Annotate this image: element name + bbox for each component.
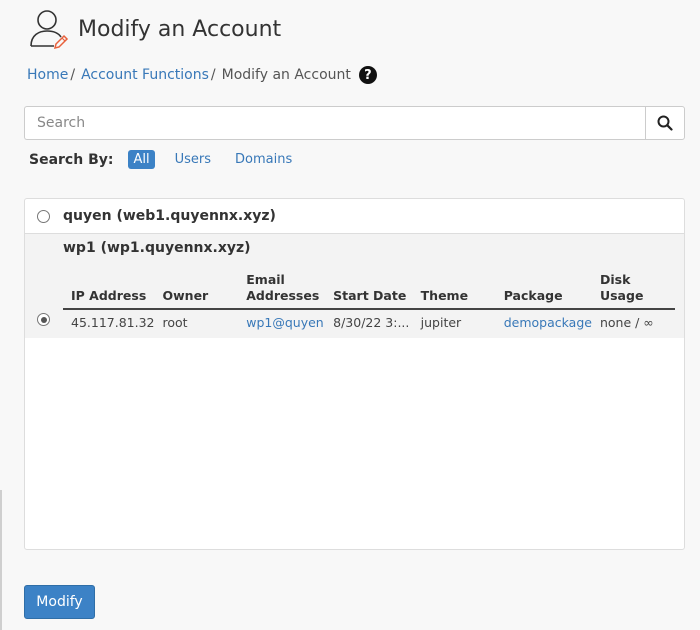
- header-email-line2: Addresses: [246, 288, 320, 303]
- filter-users[interactable]: Users: [171, 150, 215, 169]
- search-input[interactable]: [24, 106, 645, 140]
- page-header: Modify an Account: [26, 8, 281, 50]
- account-list: quyen (web1.quyennx.xyz) wp1 (wp1.quyenn…: [24, 198, 685, 550]
- account-label: quyen (web1.quyennx.xyz): [63, 208, 276, 224]
- breadcrumb: Home / Account Functions / Modify an Acc…: [27, 66, 377, 84]
- cell-start-date: 8/30/22 3:...: [333, 315, 410, 330]
- header-email-line1: Email: [246, 272, 285, 287]
- package-link[interactable]: demopackage: [504, 315, 592, 330]
- filter-domains[interactable]: Domains: [231, 150, 296, 169]
- cell-owner: root: [162, 315, 188, 330]
- search-bar: [24, 106, 685, 140]
- header-start-date: Start Date: [325, 272, 413, 310]
- account-radio-selected[interactable]: [37, 313, 50, 326]
- account-item-selected[interactable]: wp1 (wp1.quyennx.xyz) IP Address Owner E…: [25, 234, 684, 338]
- filter-all[interactable]: All: [128, 150, 155, 169]
- search-by-label: Search By:: [29, 151, 114, 168]
- breadcrumb-account-functions-link[interactable]: Account Functions: [81, 67, 209, 83]
- account-item[interactable]: quyen (web1.quyennx.xyz): [25, 199, 684, 234]
- header-package: Package: [495, 272, 592, 310]
- email-link[interactable]: wp1@quyennx: [246, 315, 324, 330]
- cell-disk-usage: none / ∞: [599, 315, 654, 330]
- account-label: wp1 (wp1.quyennx.xyz): [63, 240, 251, 256]
- page-title: Modify an Account: [78, 16, 282, 42]
- search-button[interactable]: [645, 106, 685, 140]
- modify-button[interactable]: Modify: [24, 585, 95, 619]
- header-ip-address: IP Address: [63, 272, 155, 310]
- user-edit-icon: [30, 10, 69, 50]
- account-details-table: IP Address Owner Email Addresses Start D…: [63, 272, 675, 335]
- header-disk-usage: Disk Usage: [591, 272, 675, 310]
- search-by-filters: Search By: All Users Domains: [29, 150, 312, 169]
- account-radio[interactable]: [37, 209, 50, 223]
- cell-theme: jupiter: [420, 315, 462, 330]
- table-row: 45.117.81.32 root wp1@quyennx 8/30/22 3:…: [63, 309, 675, 335]
- header-theme: Theme: [412, 272, 496, 310]
- breadcrumb-current: Modify an Account: [221, 67, 351, 83]
- breadcrumb-home-link[interactable]: Home: [27, 67, 68, 83]
- breadcrumb-separator: /: [70, 67, 76, 83]
- details-header-row: IP Address Owner Email Addresses Start D…: [63, 272, 675, 310]
- search-icon: [657, 115, 673, 131]
- window-edge: [0, 490, 2, 630]
- cell-email: wp1@quyennx: [238, 309, 325, 335]
- breadcrumb-separator: /: [210, 67, 216, 83]
- cell-package: demopackage: [496, 309, 592, 335]
- help-icon[interactable]: ?: [358, 66, 377, 84]
- header-email-addresses: Email Addresses: [238, 272, 326, 310]
- cell-ip-address: 45.117.81.32: [71, 315, 155, 330]
- header-owner: Owner: [154, 272, 239, 310]
